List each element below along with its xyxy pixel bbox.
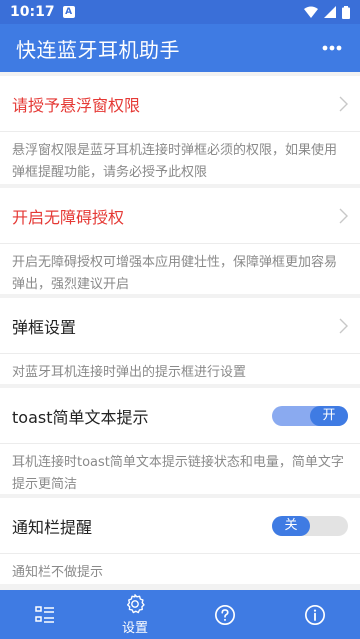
list-icon xyxy=(35,605,54,623)
status-bar: 10:17 A xyxy=(0,0,360,24)
accessibility-title: 开启无障碍授权 xyxy=(12,207,125,227)
notification-desc: 通知栏不做提示 xyxy=(12,565,104,580)
toast-toggle-label: 开 xyxy=(310,405,348,426)
popup-settings-title: 弹框设置 xyxy=(12,317,77,337)
status-time: 10:17 xyxy=(10,4,55,20)
toast-toggle[interactable]: 开 xyxy=(272,405,348,426)
more-menu-button[interactable] xyxy=(320,36,344,60)
nav-settings-button[interactable]: 设置 xyxy=(90,590,180,639)
notification-title: 通知栏提醒 xyxy=(12,517,93,537)
notification-toggle-label: 关 xyxy=(272,515,310,536)
signal-icon xyxy=(324,6,336,18)
overlay-permission-card: 请授予悬浮窗权限 悬浮窗权限是蓝牙耳机连接时弹框必须的权限，如果使用弹框提醒功能… xyxy=(0,76,360,184)
nav-help-button[interactable] xyxy=(180,590,270,639)
popup-settings-row[interactable]: 弹框设置 xyxy=(0,298,360,354)
bottom-navigation: 设置 xyxy=(0,590,360,639)
settings-list: 请授予悬浮窗权限 悬浮窗权限是蓝牙耳机连接时弹框必须的权限，如果使用弹框提醒功能… xyxy=(0,72,360,590)
toast-card: toast简单文本提示 开 耳机连接时toast简单文本提示链接状态和电量，简单… xyxy=(0,388,360,494)
battery-icon xyxy=(342,5,350,19)
popup-settings-card: 弹框设置 对蓝牙耳机连接时弹出的提示框进行设置 xyxy=(0,298,360,384)
overlay-permission-desc: 悬浮窗权限是蓝牙耳机连接时弹框必须的权限，如果使用弹框提醒功能，请务必授予此权限 xyxy=(12,143,338,180)
nav-settings-label: 设置 xyxy=(121,621,148,636)
notification-toggle[interactable]: 关 xyxy=(272,515,348,536)
accessibility-desc: 开启无障碍授权可增强本应用健壮性，保障弹框更加容易弹出，强烈建议开启 xyxy=(12,255,338,292)
app-title: 快连蓝牙耳机助手 xyxy=(16,37,180,62)
overlay-permission-row[interactable]: 请授予悬浮窗权限 xyxy=(0,76,360,132)
popup-settings-desc: 对蓝牙耳机连接时弹出的提示框进行设置 xyxy=(12,365,247,380)
notification-row: 通知栏提醒 关 xyxy=(0,498,360,554)
chevron-right-icon xyxy=(339,96,348,111)
app-bar: 快连蓝牙耳机助手 xyxy=(0,24,360,72)
toast-title: toast简单文本提示 xyxy=(12,407,149,427)
accessibility-card: 开启无障碍授权 开启无障碍授权可增强本应用健壮性，保障弹框更加容易弹出，强烈建议… xyxy=(0,188,360,294)
chevron-right-icon xyxy=(339,208,348,223)
info-icon xyxy=(305,604,325,625)
toast-row: toast简单文本提示 开 xyxy=(0,388,360,444)
accessibility-row[interactable]: 开启无障碍授权 xyxy=(0,188,360,244)
chevron-right-icon xyxy=(339,318,348,333)
wifi-icon xyxy=(304,6,318,18)
toast-desc: 耳机连接时toast简单文本提示链接状态和电量，简单文字提示更简洁 xyxy=(12,455,344,492)
notification-icon: A xyxy=(62,6,75,18)
overlay-permission-title: 请授予悬浮窗权限 xyxy=(12,95,141,115)
notification-card: 通知栏提醒 关 通知栏不做提示 xyxy=(0,498,360,584)
gear-icon xyxy=(126,594,145,614)
nav-info-button[interactable] xyxy=(270,590,360,639)
status-icons xyxy=(304,5,350,19)
more-dots-icon xyxy=(322,45,342,51)
help-icon xyxy=(215,604,235,625)
nav-list-button[interactable] xyxy=(0,590,90,639)
